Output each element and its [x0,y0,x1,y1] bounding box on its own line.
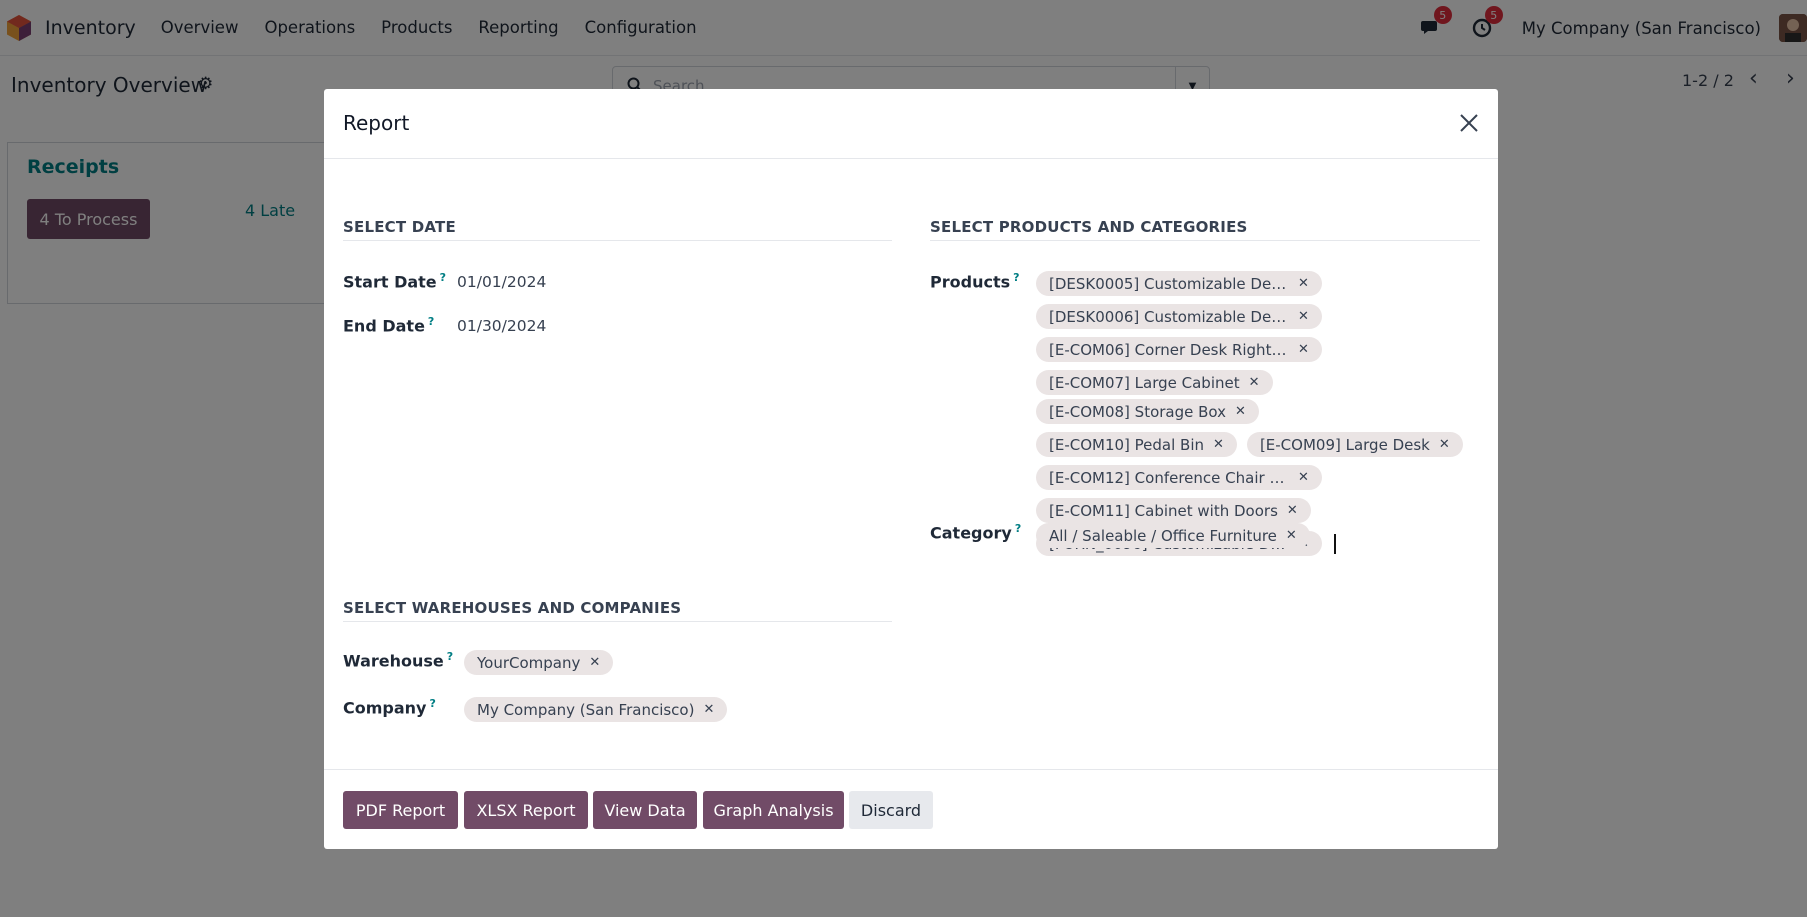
product-tag: [E-COM12] Conference Chair (Steel) ✕ [1036,465,1322,490]
select-products-heading: SELECT PRODUCTS AND CATEGORIES [930,218,1248,236]
product-tag: [E-COM08] Storage Box ✕ [1036,399,1259,424]
divider [343,621,892,622]
end-date-field[interactable]: 01/30/2024 [457,317,546,335]
select-date-heading: SELECT DATE [343,218,456,236]
remove-tag-icon[interactable]: ✕ [1298,470,1309,485]
report-dialog: Report SELECT DATE Start Date? 01/01/202… [324,89,1498,849]
dialog-title: Report [343,111,410,135]
warehouse-label-text: Warehouse [343,651,444,671]
category-label-text: Category [930,523,1012,543]
view-data-button[interactable]: View Data [593,791,697,829]
product-tag-label: [E-COM12] Conference Chair (Steel) [1049,468,1289,487]
category-label: Category? [930,522,1021,542]
warehouse-tag: YourCompany ✕ [464,650,614,675]
help-icon[interactable]: ? [1013,271,1019,284]
product-tag: [E-COM10] Pedal Bin ✕ [1036,432,1237,457]
warehouse-tag-label: YourCompany [477,653,581,672]
discard-button[interactable]: Discard [849,791,933,829]
company-tags-field[interactable]: My Company (San Francisco) ✕ [464,697,864,722]
category-tag-label: All / Saleable / Office Furniture [1049,526,1277,545]
help-icon[interactable]: ? [428,315,434,328]
product-tag-label: [E-COM06] Corner Desk Right Sit [1049,340,1289,359]
help-icon[interactable]: ? [440,271,446,284]
warehouse-tags-field[interactable]: YourCompany ✕ [464,650,864,675]
help-icon[interactable]: ? [1015,522,1021,535]
remove-tag-icon[interactable]: ✕ [1298,276,1309,291]
select-warehouses-heading: SELECT WAREHOUSES AND COMPANIES [343,599,682,617]
products-label: Products? [930,271,1020,291]
category-tag: All / Saleable / Office Furniture ✕ [1036,523,1310,548]
product-tag-label: [E-COM11] Cabinet with Doors [1049,501,1278,520]
help-icon[interactable]: ? [429,697,435,710]
divider [343,240,892,241]
start-date-field[interactable]: 01/01/2024 [457,273,546,291]
remove-tag-icon[interactable]: ✕ [1249,375,1260,390]
company-tag: My Company (San Francisco) ✕ [464,697,728,722]
remove-tag-icon[interactable]: ✕ [1213,437,1224,452]
category-tags-field[interactable]: All / Saleable / Office Furniture ✕ [1036,523,1486,548]
product-tag-label: [E-COM08] Storage Box [1049,402,1227,421]
product-tag: [E-COM07] Large Cabinet ✕ [1036,370,1273,395]
remove-tag-icon[interactable]: ✕ [589,655,600,670]
remove-tag-icon[interactable]: ✕ [1287,503,1298,518]
warehouse-label: Warehouse? [343,650,453,670]
product-tag: [E-COM06] Corner Desk Right Sit ✕ [1036,337,1322,362]
product-tag: [DESK0006] Customizable Desk (Custom, Wh… [1036,304,1322,329]
remove-tag-icon[interactable]: ✕ [1235,404,1246,419]
product-tag: [DESK0005] Customizable Desk (Custom, Bl… [1036,271,1322,296]
pdf-report-button[interactable]: PDF Report [343,791,458,829]
products-tags-field[interactable]: [DESK0005] Customizable Desk (Custom, Bl… [1036,271,1486,556]
product-tag-label: [DESK0006] Customizable Desk (Custom, Wh… [1049,307,1289,326]
product-tag: [E-COM09] Large Desk ✕ [1246,432,1463,457]
end-date-label-text: End Date [343,316,425,336]
start-date-label: Start Date? [343,271,446,291]
remove-tag-icon[interactable]: ✕ [1439,437,1450,452]
remove-tag-icon[interactable]: ✕ [703,702,714,717]
products-label-text: Products [930,272,1011,292]
product-tag: [E-COM11] Cabinet with Doors ✕ [1036,498,1311,523]
graph-analysis-button[interactable]: Graph Analysis [703,791,844,829]
remove-tag-icon[interactable]: ✕ [1298,342,1309,357]
product-tag-label: [E-COM10] Pedal Bin [1049,435,1205,454]
company-label: Company? [343,697,436,717]
company-tag-label: My Company (San Francisco) [477,700,695,719]
start-date-label-text: Start Date [343,272,437,292]
dialog-header: Report [324,89,1498,159]
divider [930,240,1480,241]
remove-tag-icon[interactable]: ✕ [1298,309,1309,324]
end-date-label: End Date? [343,315,434,335]
product-tag-label: [E-COM07] Large Cabinet [1049,373,1240,392]
product-tag-label: [E-COM09] Large Desk [1259,435,1430,454]
xlsx-report-button[interactable]: XLSX Report [464,791,588,829]
company-label-text: Company [343,698,427,718]
remove-tag-icon[interactable]: ✕ [1286,528,1297,543]
close-icon[interactable] [1456,110,1482,136]
product-tag-label: [DESK0005] Customizable Desk (Custom, Bl… [1049,274,1289,293]
help-icon[interactable]: ? [447,650,453,663]
